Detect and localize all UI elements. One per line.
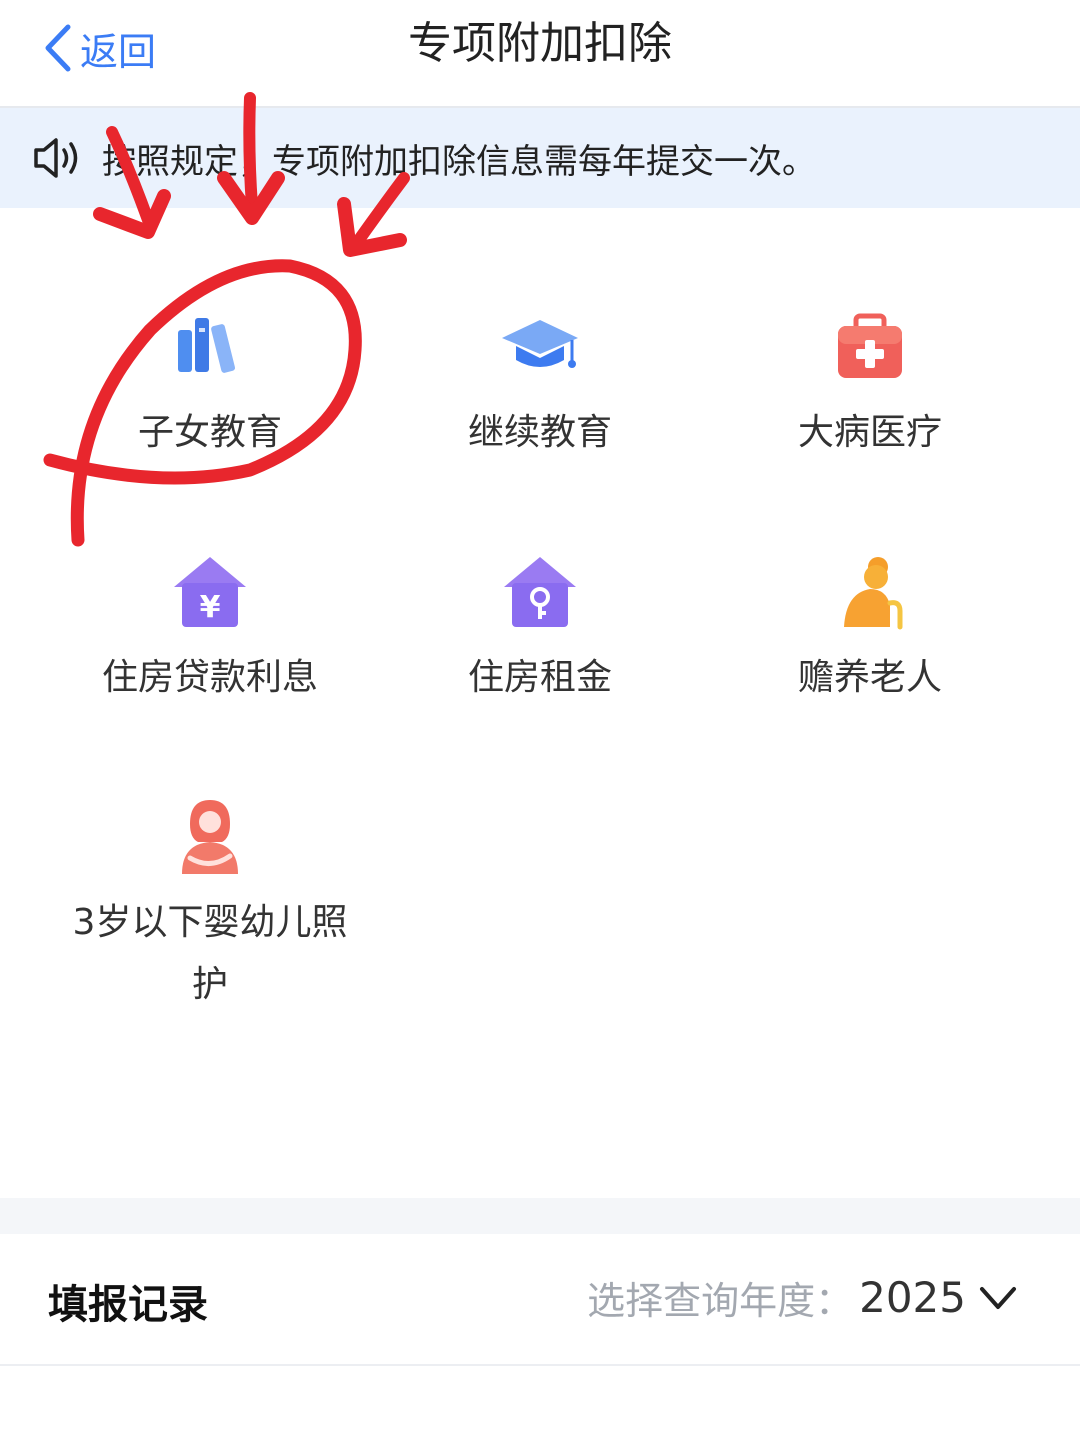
elderly-person-icon xyxy=(844,557,903,630)
deduction-category-grid: 子女教育 继续教育 大病医疗 ¥ 住房贷款利息 住房租金 赡养老人 3岁以下婴幼… xyxy=(0,208,1080,1198)
category-label: 赡养老人 xyxy=(797,657,942,698)
mother-baby-icon xyxy=(182,800,238,874)
notice-text: 按照规定，专项附加扣除信息需每年提交一次。 xyxy=(102,141,816,182)
category-label: 继续教育 xyxy=(467,412,612,453)
first-aid-kit-icon xyxy=(838,313,902,378)
house-yen-icon: ¥ xyxy=(174,557,246,627)
svg-text:¥: ¥ xyxy=(200,590,221,625)
category-label: 住房租金 xyxy=(467,657,612,698)
year-select[interactable]: 选择查询年度： 2025 xyxy=(587,1270,1018,1325)
category-continuing-education[interactable]: 继续教育 xyxy=(375,308,705,464)
category-label: 住房贷款利息 xyxy=(101,657,318,698)
category-serious-illness-medical[interactable]: 大病医疗 xyxy=(705,308,1035,464)
section-divider xyxy=(0,1198,1080,1234)
speaker-icon xyxy=(34,138,78,178)
books-icon xyxy=(178,318,236,373)
year-select-prompt: 选择查询年度： xyxy=(587,1279,854,1323)
category-housing-rent[interactable]: 住房租金 xyxy=(375,553,705,709)
graduation-cap-icon xyxy=(502,320,578,368)
category-label: 子女教育 xyxy=(137,412,282,453)
category-elderly-support[interactable]: 赡养老人 xyxy=(705,553,1035,709)
notice-bar: 按照规定，专项附加扣除信息需每年提交一次。 xyxy=(0,108,1080,208)
house-key-icon xyxy=(504,557,576,627)
category-infant-care[interactable]: 3岁以下婴幼儿照护 xyxy=(45,798,375,1016)
filing-records-title: 填报记录 xyxy=(48,1282,208,1328)
chevron-down-icon xyxy=(980,1286,1016,1309)
category-label: 大病医疗 xyxy=(797,412,942,453)
year-select-value: 2025 xyxy=(859,1273,966,1322)
page-title: 专项附加扣除 xyxy=(408,18,672,69)
filing-records-row: 填报记录 选择查询年度： 2025 xyxy=(0,1234,1080,1366)
nav-bar: 返回 专项附加扣除 xyxy=(0,0,1080,108)
category-children-education[interactable]: 子女教育 xyxy=(45,308,375,464)
category-label: 3岁以下婴幼儿照护 xyxy=(72,902,348,1005)
category-housing-loan-interest[interactable]: ¥ 住房贷款利息 xyxy=(45,553,375,709)
